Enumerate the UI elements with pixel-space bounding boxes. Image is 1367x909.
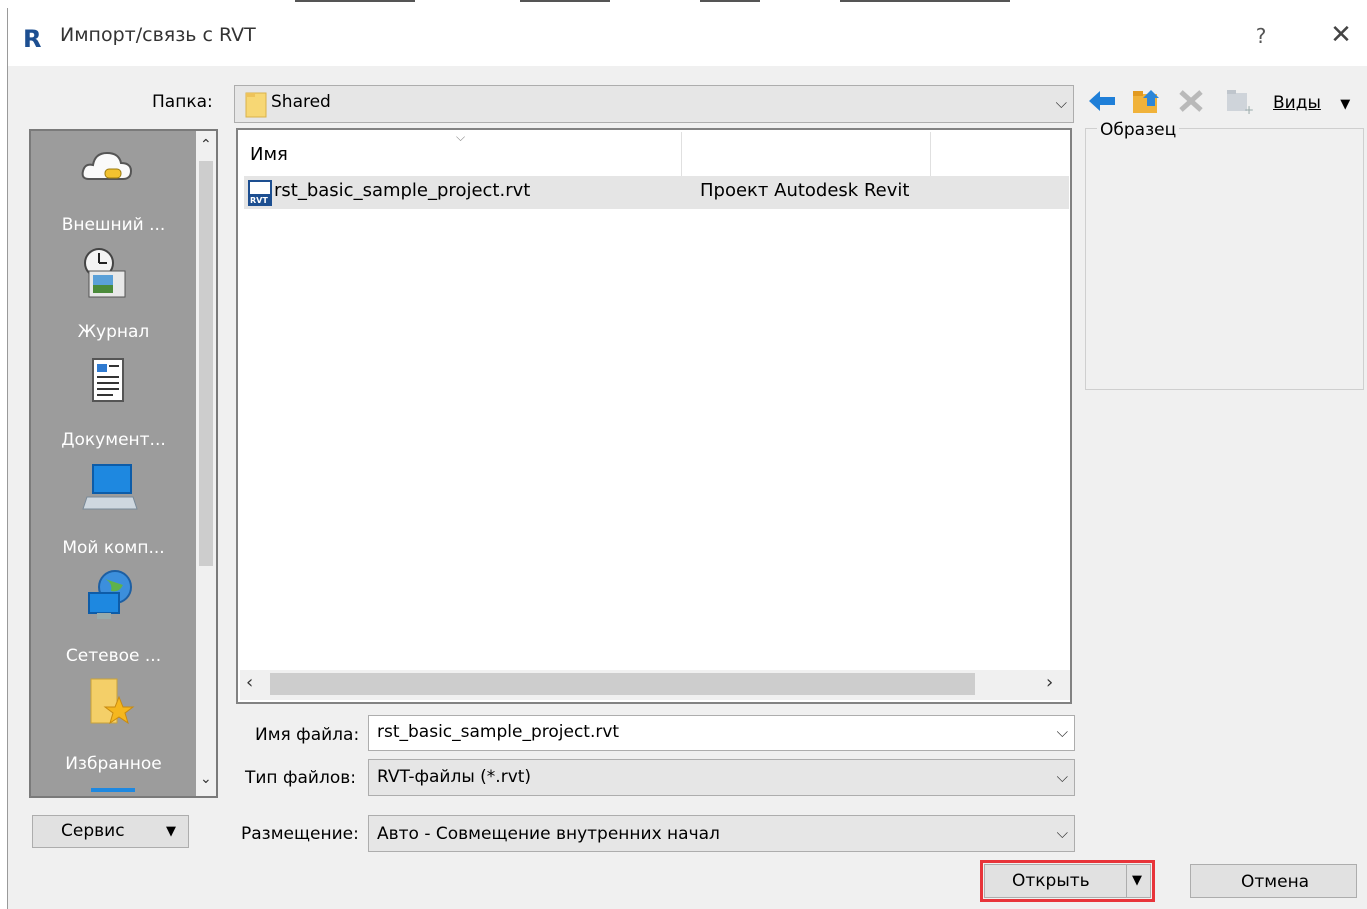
views-menu-button[interactable]: Виды ▼ bbox=[1273, 93, 1350, 113]
new-folder-icon[interactable]: + bbox=[1224, 87, 1254, 117]
place-label: Сетевое ... bbox=[65, 646, 162, 666]
tools-label: Сервис bbox=[61, 821, 125, 841]
chevron-down-icon: ⌵ bbox=[1056, 768, 1068, 786]
preview-label: Образец bbox=[1097, 120, 1180, 140]
tools-button[interactable]: Сервис ▼ bbox=[32, 815, 189, 848]
filetype-dropdown[interactable]: RVT-файлы (*.rvt) ⌵ bbox=[368, 759, 1075, 796]
folder-dropdown[interactable]: Shared ⌵ bbox=[234, 85, 1074, 123]
file-name-cell: rst_basic_sample_project.rvt bbox=[274, 180, 531, 201]
folder-icon bbox=[245, 91, 267, 118]
sort-indicator-icon: ⌵ bbox=[456, 130, 466, 144]
place-label: Мой комп... bbox=[62, 538, 165, 558]
column-header-name[interactable]: Имя bbox=[250, 144, 288, 165]
place-label: Журнал bbox=[77, 322, 150, 342]
svg-text:+: + bbox=[1244, 103, 1254, 115]
places-list: Внешний ... Журнал Документ... Мой комп.… bbox=[31, 131, 196, 796]
rvt-file-icon: RVT bbox=[247, 180, 273, 206]
place-item-documents[interactable]: Документ... bbox=[31, 347, 196, 455]
documents-icon bbox=[91, 357, 125, 403]
scroll-right-arrow-icon[interactable]: › bbox=[1046, 672, 1053, 693]
scroll-up-arrow-icon[interactable]: ⌃ bbox=[200, 137, 212, 153]
places-bar: Внешний ... Журнал Документ... Мой комп.… bbox=[29, 129, 218, 798]
cloud-icon bbox=[79, 145, 135, 185]
scroll-down-arrow-icon[interactable]: ⌄ bbox=[200, 771, 212, 787]
delete-icon[interactable] bbox=[1177, 88, 1205, 114]
dropdown-arrow-icon: ▼ bbox=[166, 824, 176, 839]
filename-input[interactable]: rst_basic_sample_project.rvt ⌵ bbox=[368, 715, 1075, 751]
place-item-external[interactable]: Внешний ... bbox=[31, 131, 196, 239]
views-label: Виды bbox=[1273, 93, 1321, 113]
back-arrow-icon[interactable] bbox=[1087, 88, 1117, 114]
file-list: ⌵ Имя RVT rst_basic_sample_project.rvt П… bbox=[236, 128, 1072, 704]
place-label: Документ... bbox=[61, 430, 166, 450]
place-item-network[interactable]: Сетевое ... bbox=[31, 563, 196, 671]
column-divider[interactable] bbox=[681, 132, 682, 176]
favorites-icon bbox=[87, 677, 137, 729]
network-icon bbox=[83, 569, 137, 623]
file-list-hscrollbar[interactable]: ‹ › bbox=[240, 670, 1070, 700]
file-type-cell: Проект Autodesk Revit bbox=[700, 180, 910, 201]
place-label: Внешний ... bbox=[61, 215, 166, 235]
highlight-frame bbox=[980, 860, 1155, 902]
filetype-label: Тип файлов: bbox=[245, 768, 356, 788]
filetype-value: RVT-файлы (*.rvt) bbox=[377, 767, 532, 787]
background-strip bbox=[0, 0, 1367, 6]
table-row[interactable]: RVT rst_basic_sample_project.rvt Проект … bbox=[244, 176, 1069, 209]
computer-icon bbox=[81, 463, 139, 513]
hscroll-thumb[interactable] bbox=[270, 673, 975, 695]
cancel-label: Отмена bbox=[1241, 872, 1310, 892]
column-divider[interactable] bbox=[930, 132, 931, 176]
chevron-down-icon[interactable]: ⌵ bbox=[1057, 723, 1068, 741]
place-item-history[interactable]: Журнал bbox=[31, 239, 196, 347]
places-scrollbar[interactable]: ⌃ ⌄ bbox=[196, 131, 216, 796]
chevron-down-icon: ⌵ bbox=[1055, 94, 1067, 112]
close-button[interactable]: ✕ bbox=[1323, 20, 1359, 52]
placement-dropdown[interactable]: Авто - Совмещение внутренних начал ⌵ bbox=[368, 815, 1075, 852]
scroll-left-arrow-icon[interactable]: ‹ bbox=[246, 672, 253, 693]
chevron-down-icon: ⌵ bbox=[1056, 824, 1068, 842]
place-item-computer[interactable]: Мой комп... bbox=[31, 455, 196, 563]
places-scroll-thumb[interactable] bbox=[199, 161, 213, 566]
dropdown-arrow-icon: ▼ bbox=[1340, 97, 1351, 112]
folder-value: Shared bbox=[271, 92, 331, 112]
help-button[interactable]: ? bbox=[1243, 20, 1279, 52]
placement-label: Размещение: bbox=[241, 824, 359, 844]
revit-logo-icon: R bbox=[22, 25, 48, 53]
place-label: Избранное bbox=[65, 754, 162, 774]
placement-value: Авто - Совмещение внутренних начал bbox=[377, 824, 720, 844]
svg-text:R: R bbox=[23, 25, 41, 51]
svg-text:RVT: RVT bbox=[250, 196, 268, 205]
up-folder-icon[interactable] bbox=[1131, 86, 1163, 116]
history-icon bbox=[81, 247, 131, 301]
next-place-peek bbox=[91, 788, 135, 792]
window-title: Импорт/связь с RVT bbox=[60, 24, 256, 46]
preview-pane bbox=[1085, 128, 1364, 390]
folder-label: Папка: bbox=[152, 92, 213, 112]
filename-label: Имя файла: bbox=[255, 725, 360, 745]
place-item-favorites[interactable]: Избранное bbox=[31, 671, 196, 779]
filename-value: rst_basic_sample_project.rvt bbox=[377, 722, 620, 742]
cancel-button[interactable]: Отмена bbox=[1190, 864, 1357, 898]
